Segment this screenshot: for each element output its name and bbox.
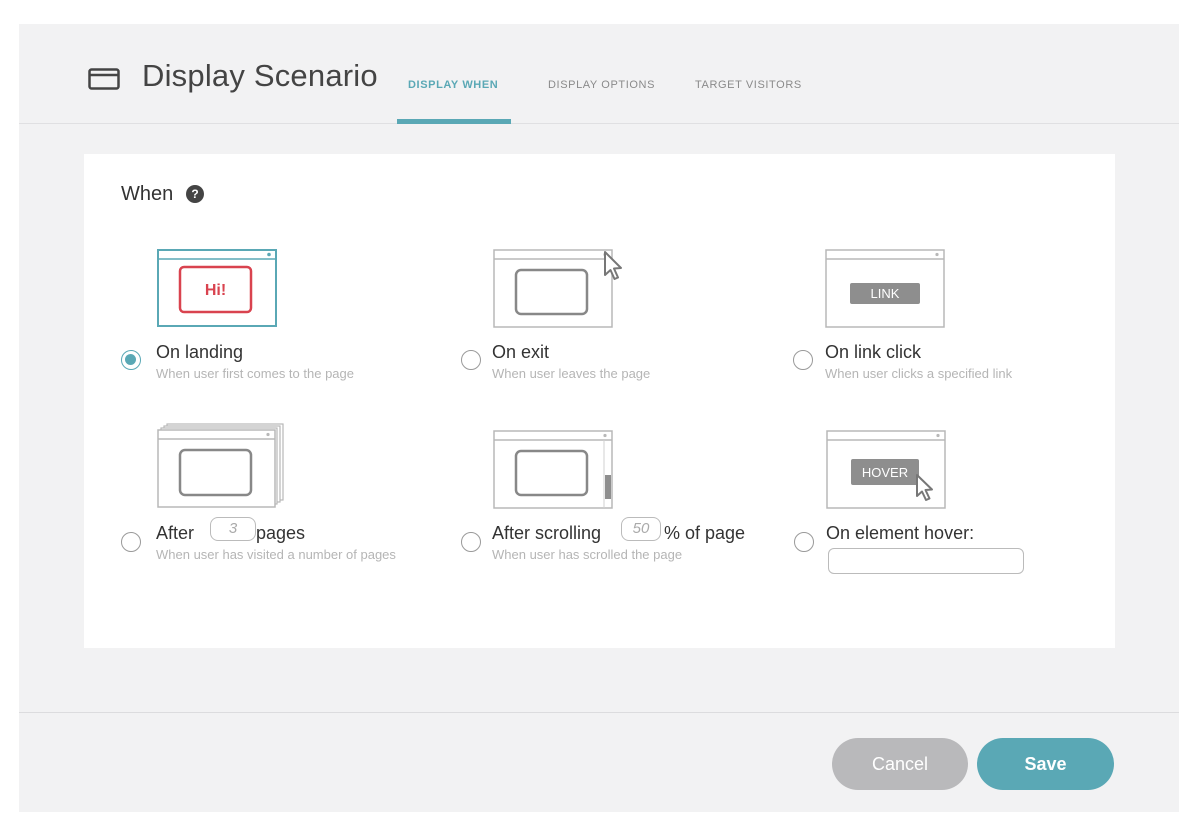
after-pages-description: When user has visited a number of pages [156, 547, 396, 562]
on-exit-illustration-icon [493, 249, 622, 328]
after-pages-title-suffix: pages [256, 523, 306, 543]
page-count-input[interactable]: 3 [210, 517, 256, 541]
active-tab-indicator [397, 119, 511, 124]
on-exit-description: When user leaves the page [492, 366, 651, 381]
on-link-click-radio[interactable] [793, 350, 813, 370]
page-title: Display Scenario [142, 58, 378, 93]
after-pages-radio[interactable] [121, 532, 141, 552]
window-icon [88, 68, 120, 90]
hover-selector-input[interactable] [828, 548, 1024, 574]
on-exit-title: On exit [492, 342, 550, 362]
on-link-click-description: When user clicks a specified link [825, 366, 1013, 381]
on-exit-radio[interactable] [461, 350, 481, 370]
hi-bubble-text: Hi! [205, 282, 226, 299]
tab-display-options[interactable]: DISPLAY OPTIONS [548, 79, 655, 91]
after-pages-title-prefix: After [156, 523, 195, 543]
on-landing-illustration-icon: Hi! [157, 249, 277, 327]
on-landing-title: On landing [156, 342, 244, 362]
after-scrolling-illustration-icon [493, 430, 613, 509]
after-scrolling-title-prefix: After scrolling [492, 523, 602, 543]
after-scrolling-radio[interactable] [461, 532, 481, 552]
on-landing-description: When user first comes to the page [156, 366, 354, 381]
link-button-text: LINK [871, 286, 900, 301]
display-scenario-dialog: Display Scenario DISPLAY WHEN DISPLAY OP… [19, 24, 1179, 812]
on-element-hover-title: On element hover: [826, 523, 975, 543]
when-label: When [121, 183, 174, 205]
cancel-button[interactable]: Cancel [832, 738, 968, 790]
tab-target-visitors[interactable]: TARGET VISITORS [695, 79, 802, 91]
on-element-hover-illustration-icon: HOVER [826, 430, 946, 509]
help-icon[interactable]: ? [186, 185, 204, 203]
on-landing-radio[interactable] [121, 350, 141, 370]
after-pages-illustration-icon [157, 423, 284, 508]
on-element-hover-radio[interactable] [794, 532, 814, 552]
tab-display-when[interactable]: DISPLAY WHEN [408, 79, 498, 91]
footer-divider [19, 712, 1179, 713]
on-link-click-title: On link click [825, 342, 922, 362]
after-scrolling-description: When user has scrolled the page [492, 547, 683, 562]
after-scrolling-title-suffix: % of page [664, 523, 746, 543]
when-panel: When ? Hi! On landing When user first co… [84, 154, 1115, 648]
scroll-percent-input[interactable]: 50 [621, 517, 661, 541]
on-link-click-illustration-icon: LINK [825, 249, 945, 328]
hover-button-text: HOVER [862, 465, 908, 480]
dialog-header: Display Scenario DISPLAY WHEN DISPLAY OP… [19, 24, 1179, 124]
save-button[interactable]: Save [977, 738, 1114, 790]
